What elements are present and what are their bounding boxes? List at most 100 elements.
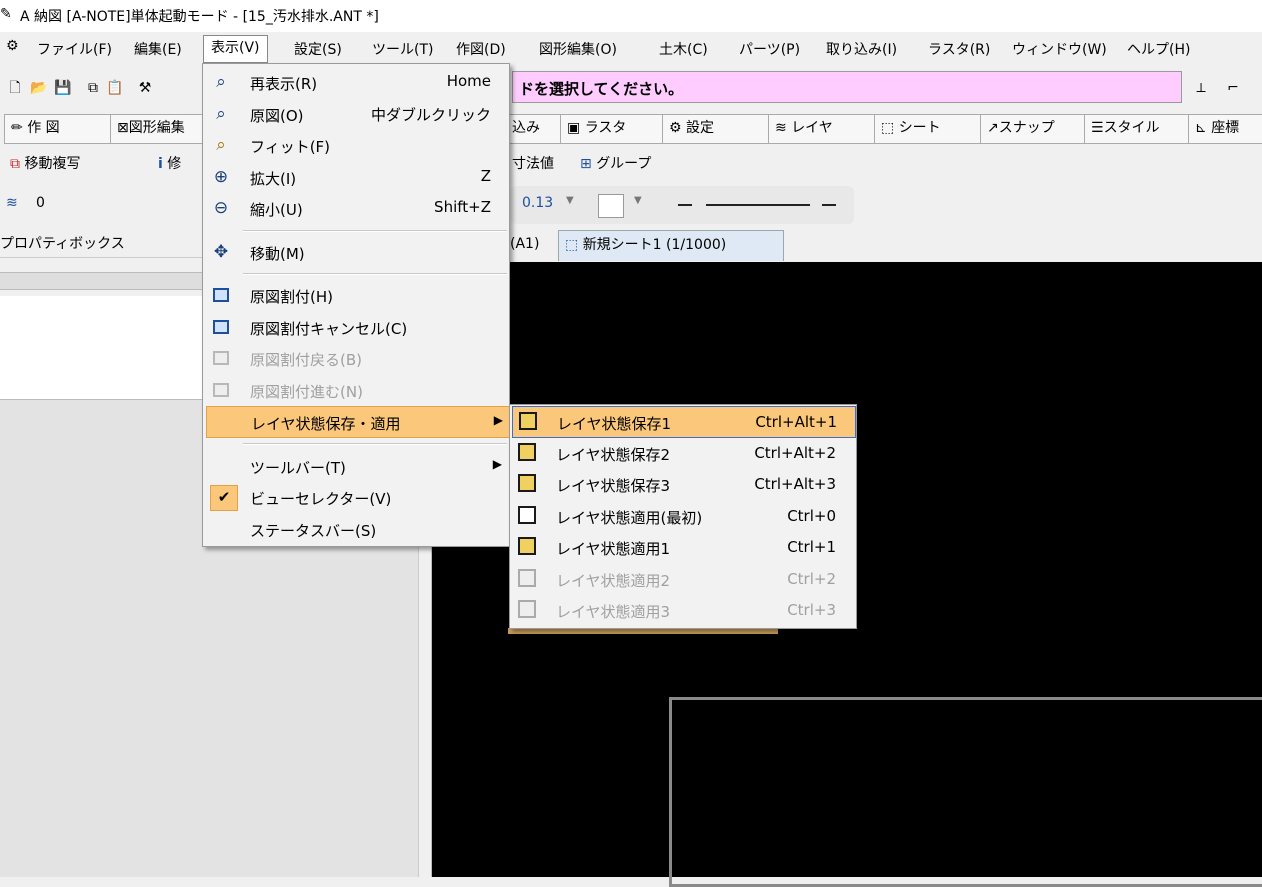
line-tool-icon[interactable]: ⌐ xyxy=(1224,79,1242,97)
pan-icon: ✥ xyxy=(213,242,229,262)
menu-item-view-selector[interactable]: ✔ ビューセレクター(V) xyxy=(206,482,508,512)
submenu-item-apply-3[interactable]: レイヤ状態適用3 Ctrl+3 xyxy=(512,595,854,625)
snap-icon[interactable]: ⟂ xyxy=(1192,79,1210,97)
coordinate-icon: ⊾ xyxy=(1195,120,1207,136)
tab-settings[interactable]: ⚙ 設定 xyxy=(662,114,776,144)
tool-icon[interactable]: ⚒ xyxy=(136,79,154,97)
layer-apply-icon xyxy=(517,600,537,620)
save-icon[interactable]: 💾 xyxy=(54,79,72,97)
zoom-out-icon: ⊖ xyxy=(213,198,229,218)
tab-raster[interactable]: ▣ ラスタ xyxy=(560,114,670,144)
submenu-item-save-2[interactable]: レイヤ状態保存2 Ctrl+Alt+2 xyxy=(512,438,854,468)
submenu-item-apply-first[interactable]: レイヤ状態適用(最初) Ctrl+0 xyxy=(512,501,854,531)
sheet-icon: ⬚ xyxy=(881,120,895,136)
menu-parts[interactable]: パーツ(P) xyxy=(735,39,804,59)
new-file-icon[interactable]: 🗋 xyxy=(6,79,24,97)
menu-item-toolbar[interactable]: ツールバー(T) ▶ xyxy=(206,451,508,481)
menu-item-layer-state[interactable]: レイヤ状態保存・適用 ▶ xyxy=(206,406,510,438)
fit-back-icon xyxy=(210,347,232,369)
snap-tab-icon: ↗ xyxy=(987,120,999,136)
group-icon: ⊞ xyxy=(580,156,592,172)
menu-item-original[interactable]: ⌕ 原図(O) 中ダブルクリック xyxy=(206,99,508,129)
move-copy-button[interactable]: ⧉ 移動複写 xyxy=(10,151,80,177)
copy-icon[interactable]: ⧉ xyxy=(84,79,102,97)
menu-shape-edit[interactable]: 図形編集(O) xyxy=(535,39,621,59)
sheet-tab-prev[interactable]: (A1) xyxy=(504,230,545,260)
menu-item-zoom-out[interactable]: ⊖ 縮小(U) Shift+Z xyxy=(206,193,508,223)
tab-draw[interactable]: ✏ 作 図 xyxy=(4,114,118,144)
sheet-tab-bar: (A1) ⬚ 新規シート1 (1/1000) xyxy=(432,228,1262,262)
line-style-bar: 0.13 ▼ ▼ xyxy=(510,186,854,224)
check-icon: ✔ xyxy=(210,485,238,511)
gear-icon: ⚙ xyxy=(669,120,682,136)
fit-frame-icon xyxy=(210,284,232,306)
edit-toolbar: ⧉ 移動複写 i 修 寸法値 ⊞ グループ xyxy=(0,146,1262,182)
menu-settings[interactable]: 設定(S) xyxy=(290,39,346,59)
submenu-item-save-3[interactable]: レイヤ状態保存3 Ctrl+Alt+3 xyxy=(512,469,854,499)
menu-civil[interactable]: 土木(C) xyxy=(655,39,712,59)
menu-raster[interactable]: ラスタ(R) xyxy=(924,39,994,59)
title-bar: ✎ A 納図 [A-NOTE]単体起動モード - [15_汚水排水.ANT *] xyxy=(0,0,1262,32)
raster-icon: ▣ xyxy=(567,120,581,136)
tab-layer[interactable]: ≋ レイヤ xyxy=(768,114,882,144)
line-dash-icon[interactable] xyxy=(678,204,692,206)
menu-edit[interactable]: 編集(E) xyxy=(130,39,186,59)
sheet-tab-current[interactable]: ⬚ 新規シート1 (1/1000) xyxy=(558,230,784,261)
layer-save-icon xyxy=(517,474,537,494)
open-folder-icon[interactable]: 📂 xyxy=(30,79,48,97)
menu-draw[interactable]: 作図(D) xyxy=(452,39,510,59)
dimension-value-button[interactable]: 寸法値 xyxy=(512,151,554,177)
line-type-preview[interactable] xyxy=(706,204,810,206)
app-menu-icon[interactable]: ⚙ xyxy=(2,38,23,54)
move-copy-icon: ⧉ xyxy=(10,156,20,172)
layer-selector[interactable]: ≋ 0 xyxy=(0,190,200,222)
menu-import[interactable]: 取り込み(I) xyxy=(822,39,901,59)
layer-value: 0 xyxy=(36,195,45,211)
color-swatch[interactable] xyxy=(598,194,624,218)
menu-item-pan[interactable]: ✥ 移動(M) xyxy=(206,237,508,267)
menu-item-fit[interactable]: ⌕ フィット(F) xyxy=(206,130,508,160)
line-width-select[interactable]: 0.13 xyxy=(522,195,553,211)
menu-separator xyxy=(243,230,507,232)
menu-item-zoom-in[interactable]: ⊕ 拡大(I) Z xyxy=(206,162,508,192)
menu-help[interactable]: ヘルプ(H) xyxy=(1123,39,1194,59)
layer-save-icon xyxy=(518,412,538,432)
menu-tools[interactable]: ツール(T) xyxy=(368,39,437,59)
zoom-refresh-icon: ⌕ xyxy=(216,72,226,92)
menu-item-fit-forward[interactable]: 原図割付進む(N) xyxy=(206,375,508,405)
message-box: ドを選択してください。 xyxy=(512,71,1182,103)
submenu-item-apply-2[interactable]: レイヤ状態適用2 Ctrl+2 xyxy=(512,564,854,594)
menu-window[interactable]: ウィンドウ(W) xyxy=(1008,39,1111,59)
line-dash-icon[interactable] xyxy=(822,204,836,206)
fit-forward-icon xyxy=(210,379,232,401)
chevron-down-icon[interactable]: ▼ xyxy=(634,195,642,206)
submenu-item-save-1[interactable]: レイヤ状態保存1 Ctrl+Alt+1 xyxy=(512,406,856,438)
menu-file[interactable]: ファイル(F) xyxy=(33,39,116,59)
menu-separator xyxy=(243,273,507,275)
info-icon: i xyxy=(158,156,163,172)
tab-snap[interactable]: ↗スナップ xyxy=(980,114,1092,144)
menu-item-fit-frame[interactable]: 原図割付(H) xyxy=(206,280,508,310)
paste-icon[interactable]: 📋 xyxy=(106,79,124,97)
tab-coordinate[interactable]: ⊾ 座標 xyxy=(1188,114,1262,144)
tab-sheet[interactable]: ⬚ シート xyxy=(874,114,988,144)
menu-item-status-bar[interactable]: ステータスバー(S) xyxy=(206,514,508,544)
pencil-icon: ✏ xyxy=(11,120,23,136)
menu-view[interactable]: 表示(V) xyxy=(203,35,268,63)
tab-style[interactable]: ☰スタイル xyxy=(1084,114,1198,144)
zoom-original-icon: ⌕ xyxy=(216,104,226,124)
submenu-arrow-icon: ▶ xyxy=(492,457,502,471)
menu-item-redraw[interactable]: ⌕ 再表示(R) Home xyxy=(206,67,508,97)
window-title: A 納図 [A-NOTE]単体起動モード - [15_汚水排水.ANT *] xyxy=(20,9,379,25)
modify-button[interactable]: i 修 xyxy=(158,151,181,177)
layer-save-icon xyxy=(517,443,537,463)
menu-item-fit-frame-cancel[interactable]: 原図割付キャンセル(C) xyxy=(206,312,508,342)
group-button[interactable]: ⊞ グループ xyxy=(580,151,651,177)
property-box-content xyxy=(0,296,205,400)
submenu-item-apply-1[interactable]: レイヤ状態適用1 Ctrl+1 xyxy=(512,532,854,562)
layer-icon: ≋ xyxy=(775,120,787,136)
layer-apply-icon xyxy=(517,537,537,557)
chevron-down-icon[interactable]: ▼ xyxy=(566,195,574,206)
sheet-icon: ⬚ xyxy=(565,237,579,253)
menu-item-fit-back[interactable]: 原図割付戻る(B) xyxy=(206,343,508,373)
